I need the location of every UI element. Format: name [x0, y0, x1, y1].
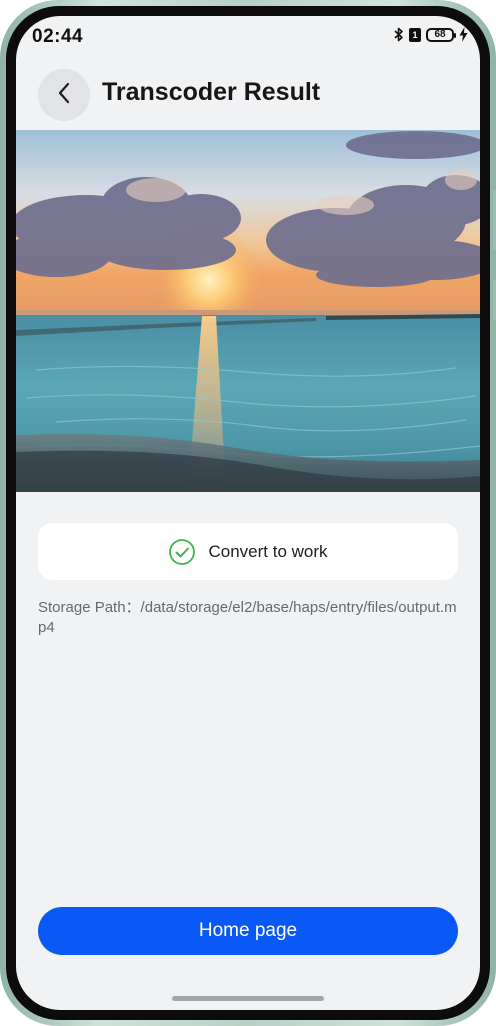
- chevron-left-icon: [57, 82, 71, 109]
- page-title: Transcoder Result: [102, 78, 321, 106]
- battery-icon: 68: [426, 27, 456, 42]
- app-screen: 02:44 1 68 Transcoder Result Convert to …: [16, 16, 480, 1010]
- video-preview-image: [16, 130, 480, 492]
- back-button[interactable]: [38, 69, 90, 121]
- battery-level: 68: [434, 29, 446, 40]
- storage-path-text: Storage Path：/data/storage/el2/base/haps…: [38, 599, 457, 636]
- status-time: 02:44: [32, 26, 84, 47]
- status-bar: 02:44 1 68: [16, 16, 480, 60]
- bolt-icon: [459, 27, 468, 42]
- header: Transcoder Result: [16, 66, 480, 124]
- result-card: Convert to work: [38, 523, 458, 580]
- result-message: Convert to work: [208, 541, 328, 561]
- check-circle-icon: [168, 538, 196, 566]
- sim-icon: 1: [409, 27, 421, 42]
- bluetooth-icon: [394, 27, 404, 42]
- home-page-button[interactable]: Home page: [38, 907, 458, 955]
- home-indicator[interactable]: [172, 996, 324, 1001]
- status-icons: 1 68: [394, 27, 468, 42]
